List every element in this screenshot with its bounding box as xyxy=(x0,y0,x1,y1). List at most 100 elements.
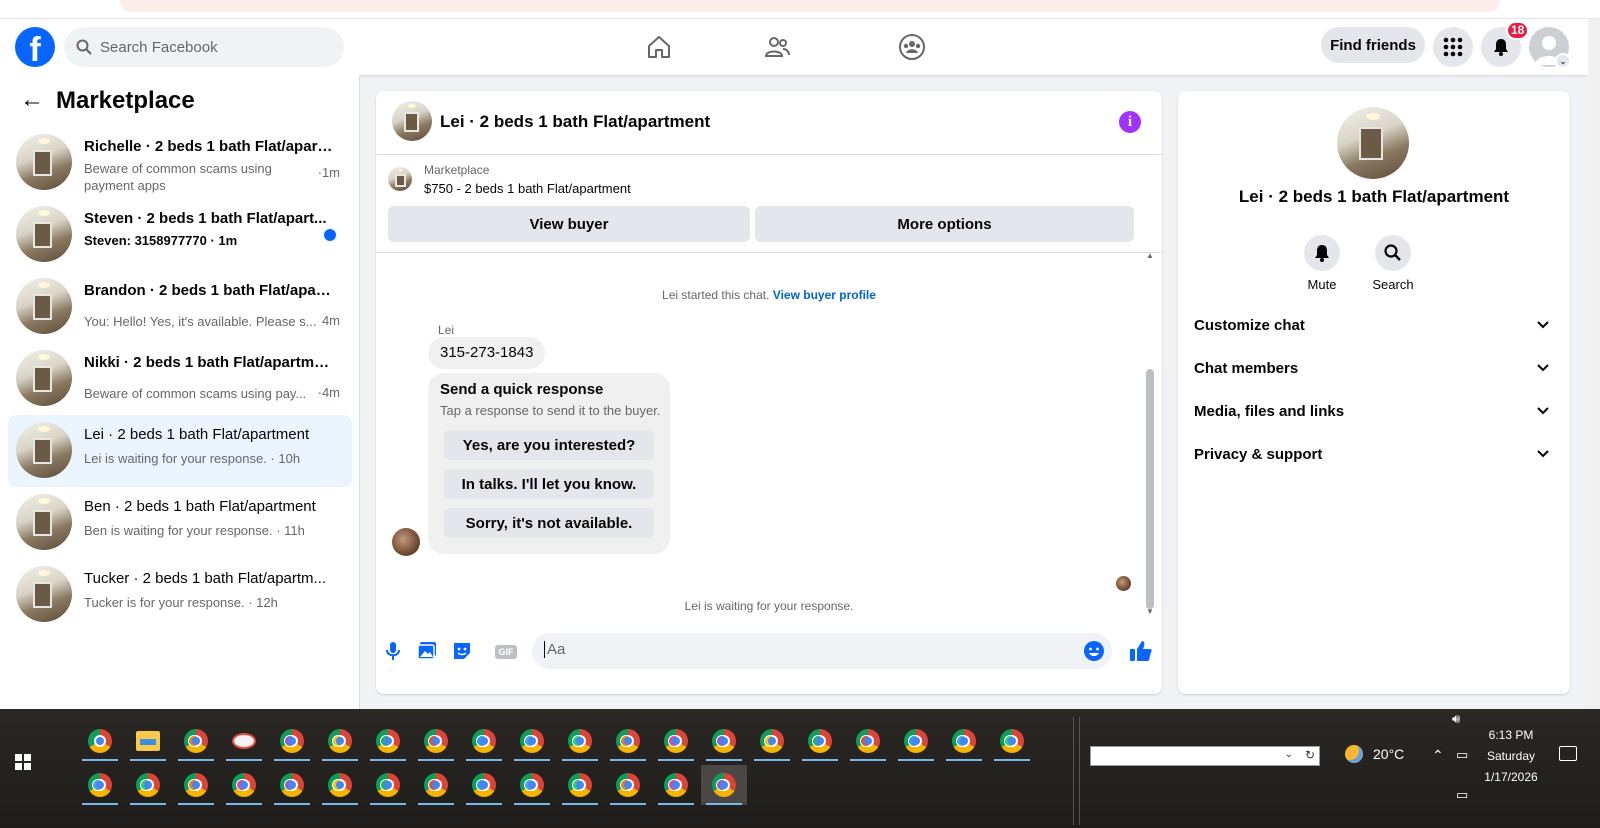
message-bubble[interactable]: 315-273-1843 xyxy=(428,337,546,369)
search-bar[interactable] xyxy=(64,27,344,67)
search-input[interactable] xyxy=(100,38,320,56)
profile-badge-icon xyxy=(860,735,872,747)
search-icon[interactable] xyxy=(1375,235,1411,271)
microphone-icon[interactable] xyxy=(382,640,404,662)
chrome-profile-icon[interactable] xyxy=(461,721,507,761)
system-clock[interactable]: 6:13 PM Saturday 1/17/2026 xyxy=(1466,725,1556,788)
chrome-profile-icon[interactable] xyxy=(77,765,123,805)
view-buyer-button[interactable]: View buyer xyxy=(388,206,750,242)
chrome-profile-icon[interactable] xyxy=(269,721,315,761)
menu-grid-icon[interactable] xyxy=(1433,27,1473,67)
taskbar-address-box[interactable]: ⌄ ↻ xyxy=(1090,746,1320,766)
chrome-profile-icon[interactable] xyxy=(269,765,315,805)
home-icon[interactable] xyxy=(641,29,677,65)
chat-scrollbar[interactable]: ▲ ▼ xyxy=(1146,251,1154,617)
photo-attach-icon[interactable] xyxy=(416,640,438,662)
chrome-profile-icon[interactable] xyxy=(797,721,843,761)
file-explorer-icon[interactable] xyxy=(125,721,171,761)
listing-source: Marketplace xyxy=(424,163,490,177)
chat-members-section[interactable]: Chat members xyxy=(1194,348,1554,388)
chrome-profile-icon[interactable] xyxy=(557,721,603,761)
chrome-profile-icon[interactable] xyxy=(461,765,507,805)
chrome-profile-icon[interactable] xyxy=(701,721,747,761)
facebook-logo[interactable]: f xyxy=(15,27,55,67)
mute-action[interactable]: Mute xyxy=(1292,235,1352,292)
dropdown-arrow-icon[interactable]: ⌄ xyxy=(1285,749,1293,760)
find-friends-button[interactable]: Find friends xyxy=(1321,27,1425,63)
chrome-profile-icon[interactable] xyxy=(317,765,363,805)
conversation-item-ben[interactable]: Ben · 2 beds 1 bath Flat/apartment Ben i… xyxy=(8,487,352,559)
chrome-profile-icon[interactable] xyxy=(173,765,219,805)
message-input-wrapper[interactable] xyxy=(532,633,1112,669)
conversation-item-brandon[interactable]: Brandon · 2 beds 1 bath Flat/apart... Yo… xyxy=(8,271,352,343)
chrome-profile-icon[interactable] xyxy=(413,721,459,761)
chrome-profile-icon[interactable] xyxy=(509,765,555,805)
bell-icon[interactable] xyxy=(1304,235,1340,271)
scroll-up-arrow-icon[interactable]: ▲ xyxy=(1146,251,1154,260)
quick-reply-in-talks-button[interactable]: In talks. I'll let you know. xyxy=(444,469,654,499)
scrollbar-thumb[interactable] xyxy=(1146,369,1154,609)
volume-icon[interactable]: 🔊︎ xyxy=(1452,711,1460,727)
windows-start-icon[interactable] xyxy=(15,754,31,770)
chrome-profile-icon[interactable] xyxy=(317,721,363,761)
chrome-profile-icon[interactable] xyxy=(653,765,699,805)
sticker-icon[interactable] xyxy=(451,640,473,662)
listing-price[interactable]: $750 - 2 beds 1 bath Flat/apartment xyxy=(424,181,631,196)
more-options-button[interactable]: More options xyxy=(755,206,1134,242)
groups-icon[interactable] xyxy=(894,29,930,65)
customize-chat-section[interactable]: Customize chat xyxy=(1194,305,1554,345)
chrome-profile-icon[interactable] xyxy=(989,721,1035,761)
taskbar-divider xyxy=(1073,717,1074,825)
conversation-item-nikki[interactable]: Nikki · 2 beds 1 bath Flat/apartment Bew… xyxy=(8,343,352,415)
view-buyer-profile-link[interactable]: View buyer profile xyxy=(773,288,876,302)
profile-badge-icon xyxy=(476,779,488,791)
chrome-profile-icon[interactable] xyxy=(557,765,603,805)
chrome-profile-icon[interactable] xyxy=(365,721,411,761)
chrome-profile-icon[interactable] xyxy=(941,721,987,761)
listing-photo[interactable] xyxy=(392,101,432,141)
chat-title[interactable]: Lei · 2 beds 1 bath Flat/apartment xyxy=(440,112,710,132)
scroll-down-arrow-icon[interactable]: ▼ xyxy=(1146,607,1154,616)
conversation-item-lei[interactable]: Lei · 2 beds 1 bath Flat/apartment Lei i… xyxy=(8,415,352,487)
chrome-profile-icon[interactable] xyxy=(749,721,795,761)
conversation-item-steven[interactable]: Steven · 2 beds 1 bath Flat/apart... Ste… xyxy=(8,199,352,271)
back-arrow-icon[interactable]: ← xyxy=(20,88,44,113)
friends-icon[interactable] xyxy=(759,29,795,65)
gif-icon[interactable]: GIF xyxy=(495,645,517,659)
chrome-profile-icon[interactable] xyxy=(77,721,123,761)
account-chevron-icon[interactable]: ⌄ xyxy=(1555,53,1571,69)
address-bar[interactable] xyxy=(120,0,1500,12)
chrome-profile-icon[interactable] xyxy=(125,765,171,805)
quick-reply-interested-button[interactable]: Yes, are you interested? xyxy=(444,430,654,460)
info-icon[interactable]: i xyxy=(1119,111,1141,133)
display-icon[interactable]: ▭ xyxy=(1456,787,1468,803)
search-action[interactable]: Search xyxy=(1363,235,1423,292)
chrome-profile-icon[interactable] xyxy=(365,765,411,805)
notification-center-icon[interactable] xyxy=(1559,746,1577,761)
snipping-tool-icon[interactable] xyxy=(221,721,267,761)
chrome-profile-icon[interactable] xyxy=(173,721,219,761)
chrome-profile-icon[interactable] xyxy=(605,721,651,761)
show-hidden-icons-icon[interactable]: ⌃ xyxy=(1432,747,1444,764)
message-input[interactable] xyxy=(544,641,1044,658)
chrome-profile-icon[interactable] xyxy=(413,765,459,805)
chrome-profile-icon[interactable] xyxy=(893,721,939,761)
chrome-profile-icon[interactable] xyxy=(845,721,891,761)
conversation-item-tucker[interactable]: Tucker · 2 beds 1 bath Flat/apartm... Tu… xyxy=(8,559,352,631)
section-label: Privacy & support xyxy=(1194,445,1323,463)
chrome-profile-icon[interactable] xyxy=(653,721,699,761)
conversation-item-richelle[interactable]: Richelle · 2 beds 1 bath Flat/apart... B… xyxy=(8,127,352,199)
chrome-profile-icon[interactable] xyxy=(221,765,267,805)
thumbs-up-icon[interactable] xyxy=(1128,638,1154,664)
page-scrollbar[interactable] xyxy=(1588,19,1600,709)
chrome-profile-icon[interactable] xyxy=(701,765,747,805)
privacy-support-section[interactable]: Privacy & support xyxy=(1194,434,1554,474)
refresh-icon[interactable]: ↻ xyxy=(1305,748,1315,762)
emoji-icon[interactable] xyxy=(1083,640,1105,662)
chrome-profile-icon[interactable] xyxy=(509,721,555,761)
chrome-profile-icon[interactable] xyxy=(605,765,651,805)
weather-widget[interactable]: 20°C xyxy=(1345,745,1404,763)
quick-reply-not-available-button[interactable]: Sorry, it's not available. xyxy=(444,508,654,538)
media-files-links-section[interactable]: Media, files and links xyxy=(1194,391,1554,431)
conversation-list: Richelle · 2 beds 1 bath Flat/apart... B… xyxy=(8,127,352,631)
